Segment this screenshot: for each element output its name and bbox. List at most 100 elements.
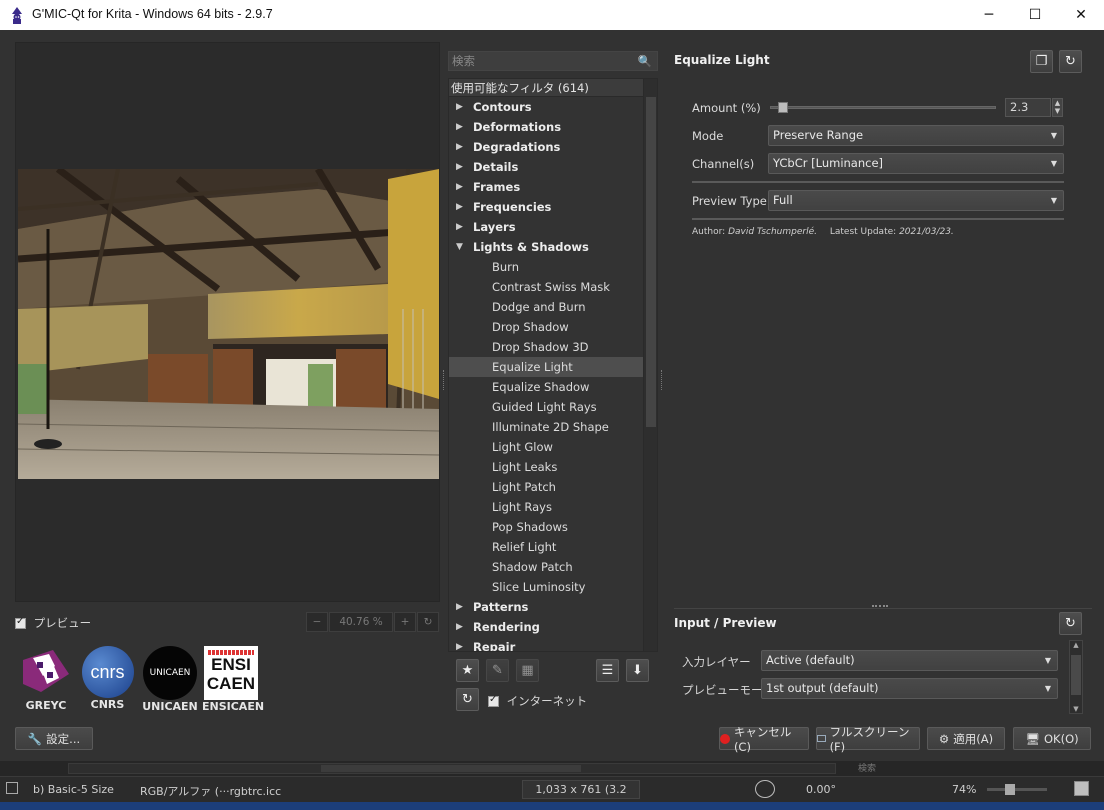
zoom-slider[interactable] [987, 784, 1047, 795]
scroll-up-icon[interactable]: ▲ [1070, 641, 1082, 649]
scrollbar-thumb[interactable] [321, 765, 581, 772]
preview-type-select[interactable]: Full ▼ [768, 190, 1064, 211]
internet-checkbox[interactable] [488, 694, 499, 707]
rotation-icon[interactable] [755, 780, 775, 798]
chevron-right-icon[interactable]: ▶ [456, 117, 463, 137]
scrollbar-thumb[interactable] [1071, 655, 1081, 695]
add-favorite-button[interactable]: ★ [456, 659, 479, 682]
visibility-toggle-button[interactable]: ☰ [596, 659, 619, 682]
remove-favorite-button[interactable]: ▦ [516, 659, 539, 682]
amount-slider-handle[interactable] [778, 102, 788, 113]
filter-item[interactable]: Pop Shadows [449, 517, 657, 537]
update-filters-button[interactable]: ⬇ [626, 659, 649, 682]
chevron-right-icon[interactable]: ▶ [456, 177, 463, 197]
splitter-handle[interactable] [661, 370, 664, 390]
mode-select[interactable]: Preserve Range ▼ [768, 125, 1064, 146]
greyc-logo[interactable]: GREYC [16, 646, 76, 712]
chevron-right-icon[interactable]: ▶ [456, 157, 463, 177]
chevron-right-icon[interactable]: ▶ [456, 597, 463, 617]
filter-category[interactable]: ▶ Frames [449, 177, 657, 197]
filter-category[interactable]: ▶ Degradations [449, 137, 657, 157]
filter-item[interactable]: Drop Shadow [449, 317, 657, 337]
filter-category[interactable]: ▶ Frequencies [449, 197, 657, 217]
chevron-right-icon[interactable]: ▶ [456, 617, 463, 637]
chevron-right-icon[interactable]: ▶ [456, 217, 463, 237]
preview-toggle[interactable]: プレビュー [15, 615, 91, 631]
reset-io-button[interactable]: ↻ [1059, 612, 1082, 635]
filter-item[interactable]: Shadow Patch [449, 557, 657, 577]
canvas-only-icon[interactable] [1074, 781, 1089, 796]
filter-category[interactable]: ▶ Deformations [449, 117, 657, 137]
zoom-reset-button[interactable]: ↻ [417, 612, 439, 632]
preview-checkbox[interactable] [15, 616, 26, 629]
cancel-button[interactable]: キャンセル(C) [719, 725, 809, 754]
filter-item[interactable]: Equalize Shadow [449, 377, 657, 397]
chevron-down-icon[interactable]: ▼ [456, 237, 463, 257]
internet-toggle[interactable]: インターネット [488, 693, 587, 709]
filter-item[interactable]: Light Patch [449, 477, 657, 497]
filter-item[interactable]: Burn [449, 257, 657, 277]
brush-preset[interactable]: b) Basic-5 Size [33, 783, 114, 796]
filter-item[interactable]: Dodge and Burn [449, 297, 657, 317]
ensicaen-logo[interactable]: ENSI CAEN ENSICAEN [202, 646, 264, 713]
unicaen-logo[interactable]: UNICAEN UNICAEN [140, 646, 200, 713]
filter-item[interactable]: Drop Shadow 3D [449, 337, 657, 357]
chevron-right-icon[interactable]: ▶ [456, 637, 463, 651]
splitter-handle[interactable] [443, 370, 446, 390]
chevron-right-icon[interactable]: ▶ [456, 97, 463, 117]
input-layer-select[interactable]: Active (default) ▼ [761, 650, 1058, 671]
scrollbar-thumb[interactable] [646, 97, 656, 427]
chevron-right-icon[interactable]: ▶ [456, 197, 463, 217]
preview-pane[interactable] [15, 42, 440, 602]
filter-category[interactable]: ▼ Lights & Shadows [449, 237, 657, 257]
amount-spin-arrows[interactable]: ▲ ▼ [1052, 98, 1063, 117]
filter-label: Lights & Shadows [473, 240, 589, 254]
settings-button[interactable]: 🔧 設定... [15, 727, 93, 750]
zoom-slider-handle[interactable] [1005, 784, 1015, 795]
chevron-right-icon[interactable]: ▶ [456, 137, 463, 157]
filter-item[interactable]: Light Glow [449, 437, 657, 457]
filter-item[interactable]: Relief Light [449, 537, 657, 557]
zoom-in-button[interactable]: + [394, 612, 416, 632]
close-button[interactable]: ✕ [1058, 0, 1104, 30]
filter-search-input[interactable]: 検索 🔍 [448, 51, 658, 71]
preview-image[interactable] [18, 169, 439, 479]
preview-mode-select[interactable]: 1st output (default) ▼ [761, 678, 1058, 699]
zoom-out-button[interactable]: − [306, 612, 328, 632]
filter-category[interactable]: ▶ Contours [449, 97, 657, 117]
filter-item[interactable]: Slice Luminosity [449, 577, 657, 597]
filter-item[interactable]: Guided Light Rays [449, 397, 657, 417]
cnrs-logo[interactable]: cnrs CNRS [80, 646, 135, 711]
filter-item[interactable]: Contrast Swiss Mask [449, 277, 657, 297]
filter-category[interactable]: ▶ Layers [449, 217, 657, 237]
channels-select[interactable]: YCbCr [Luminance] ▼ [768, 153, 1064, 174]
filter-item[interactable]: Light Rays [449, 497, 657, 517]
rename-favorite-button[interactable]: ✎ [486, 659, 509, 682]
filter-category[interactable]: ▶ Rendering [449, 617, 657, 637]
horizontal-scrollbar[interactable] [68, 763, 836, 774]
refresh-filters-button[interactable]: ↻ [456, 688, 479, 711]
scroll-down-icon[interactable]: ▼ [1070, 705, 1082, 713]
io-scrollbar[interactable]: ▲ ▼ [1069, 640, 1083, 714]
amount-slider[interactable] [770, 102, 996, 113]
filter-category[interactable]: ▶ Repair [449, 637, 657, 651]
ok-label: OK(O) [1043, 731, 1079, 746]
ok-button[interactable]: 🖥 OK(O) [1013, 727, 1091, 750]
apply-button[interactable]: ⚙ 適用(A) [927, 727, 1005, 750]
filter-tree-scrollbar[interactable] [643, 79, 657, 651]
zoom-value-field[interactable]: 40.76 % [329, 612, 393, 632]
filter-category[interactable]: ▶ Details [449, 157, 657, 177]
splitter-handle[interactable] [872, 605, 888, 607]
filter-category[interactable]: ▶ Patterns [449, 597, 657, 617]
minimize-button[interactable]: ─ [966, 0, 1012, 30]
filter-tree[interactable]: 使用可能なフィルタ (614) ▶ Contours ▶ Deformations ▶ D… [448, 78, 658, 652]
selection-icon[interactable] [6, 782, 18, 794]
amount-spinbox[interactable]: 2.3 [1005, 98, 1051, 117]
reset-params-button[interactable]: ↻ [1059, 50, 1082, 73]
copy-to-clipboard-button[interactable]: ❐ [1030, 50, 1053, 73]
filter-item[interactable]: Illuminate 2D Shape [449, 417, 657, 437]
filter-item[interactable]: Equalize Light [449, 357, 657, 377]
filter-item[interactable]: Light Leaks [449, 457, 657, 477]
fullscreen-button[interactable]: フルスクリーン(F) [816, 725, 920, 754]
maximize-button[interactable]: ☐ [1012, 0, 1058, 30]
